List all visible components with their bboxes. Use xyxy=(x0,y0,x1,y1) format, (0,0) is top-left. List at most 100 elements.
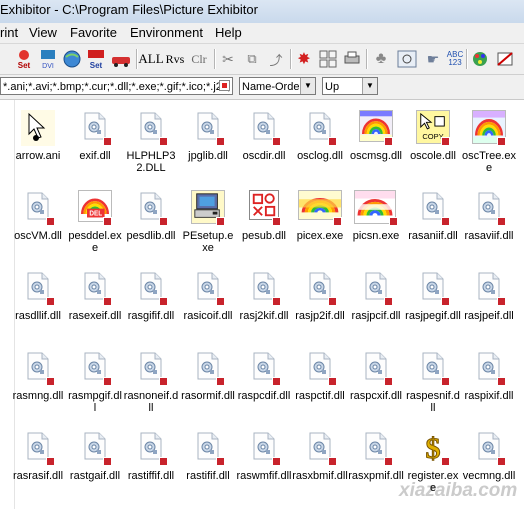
file-item[interactable]: vecmng.dll xyxy=(461,430,517,482)
menu-help[interactable]: Help xyxy=(215,25,242,40)
pattern-clear-icon[interactable] xyxy=(219,80,230,91)
dll-icon xyxy=(21,270,55,306)
file-item[interactable]: oscTree.exe xyxy=(461,110,517,174)
tools-button[interactable]: ♣ xyxy=(370,48,392,70)
file-item[interactable]: rasaviif.dll xyxy=(461,190,517,242)
globe-button[interactable] xyxy=(62,48,82,70)
cut-tool-button[interactable] xyxy=(494,48,516,70)
abc-button[interactable]: ABC 123 xyxy=(446,48,464,70)
file-status-badge xyxy=(103,217,112,226)
file-item[interactable]: rasjpegif.dll xyxy=(405,270,461,322)
file-item[interactable]: rasicoif.dll xyxy=(180,270,236,322)
file-status-badge xyxy=(497,137,506,146)
file-item[interactable]: oscVM.dll xyxy=(10,190,66,242)
file-item[interactable]: rasj2kif.dll xyxy=(236,270,292,322)
reverse-button[interactable]: Rvs xyxy=(164,48,186,70)
palette-button[interactable] xyxy=(470,48,490,70)
file-item[interactable]: rasxpmif.dll xyxy=(348,430,404,482)
file-item[interactable]: pesub.dll xyxy=(236,190,292,242)
file-item[interactable]: rasxbmif.dll xyxy=(292,430,348,482)
file-item[interactable]: raspesnif.dll xyxy=(405,350,461,414)
file-status-badge xyxy=(333,217,342,226)
file-grid: xiazaiba.com arrow.ani exif.dll HLPHLP32.D… xyxy=(0,100,524,509)
menu-environment[interactable]: Environment xyxy=(130,25,203,40)
dll-file-icon xyxy=(27,272,49,300)
all-button[interactable]: ALL xyxy=(138,48,163,70)
car-button[interactable] xyxy=(110,48,132,70)
file-item[interactable]: osclog.dll xyxy=(292,110,348,162)
file-name-label: rasmpgif.dll xyxy=(68,390,122,414)
file-item[interactable]: DEL pesddel.exe xyxy=(67,190,123,254)
file-name-label: raspctif.dll xyxy=(295,390,345,402)
file-item[interactable]: rasexeif.dll xyxy=(67,270,123,322)
set-red-icon: Set xyxy=(88,50,104,70)
file-item[interactable]: raspcxif.dll xyxy=(348,350,404,402)
menu-view[interactable]: View xyxy=(29,25,57,40)
dll-file-icon xyxy=(84,352,106,380)
file-pattern-input[interactable]: *.ani;*.avi;*.bmp;*.cur;*.dll;*.exe;*.gi… xyxy=(0,77,233,95)
car-icon xyxy=(112,57,130,67)
file-item[interactable]: raswmfif.dll xyxy=(236,430,292,482)
menu-favorite[interactable]: Favorite xyxy=(70,25,117,40)
dll-file-icon xyxy=(478,272,500,300)
file-item[interactable]: rasjpcif.dll xyxy=(348,270,404,322)
set-red-button[interactable]: Set xyxy=(86,48,106,70)
grid-view-button[interactable] xyxy=(318,48,338,70)
paste-button[interactable]: ⤴ xyxy=(266,48,286,70)
file-item[interactable]: rasjp2if.dll xyxy=(292,270,348,322)
dll-icon xyxy=(191,350,225,386)
file-item[interactable]: picsn.exe xyxy=(348,190,404,242)
file-name-label: picex.exe xyxy=(296,230,344,242)
file-name-label: vecmng.dll xyxy=(462,470,516,482)
dll-icon xyxy=(78,110,112,146)
clear-button[interactable]: Clr xyxy=(188,48,210,70)
menu-print[interactable]: rint xyxy=(0,25,18,40)
sort-order-select[interactable]: Name-Order ▼ xyxy=(239,77,316,95)
copy-cursor-icon: COPY xyxy=(416,110,450,146)
svg-text:DVI: DVI xyxy=(42,63,54,70)
file-item[interactable]: rastgaif.dll xyxy=(67,430,123,482)
file-item[interactable]: rastifif.dll xyxy=(180,430,236,482)
hand-button[interactable]: ☛ xyxy=(422,48,444,70)
file-item[interactable]: rasmpgif.dll xyxy=(67,350,123,414)
file-item[interactable]: rasaniif.dll xyxy=(405,190,461,242)
dll-icon xyxy=(134,190,168,226)
file-item[interactable]: oscmsg.dll xyxy=(348,110,404,162)
sort-direction-select[interactable]: Up ▼ xyxy=(322,77,378,95)
file-item[interactable]: COPY oscole.dll xyxy=(405,110,461,162)
file-item[interactable]: rasjpeif.dll xyxy=(461,270,517,322)
file-item[interactable]: HLPHLP32.DLL xyxy=(123,110,179,174)
file-item[interactable]: rasdllif.dll xyxy=(10,270,66,322)
rainbow-del-icon: DEL xyxy=(78,190,112,226)
burst-button[interactable]: ✸ xyxy=(294,48,314,70)
file-item[interactable]: oscdir.dll xyxy=(236,110,292,162)
file-item[interactable]: rasmng.dll xyxy=(10,350,66,402)
file-item[interactable]: rasnoneif.dll xyxy=(123,350,179,414)
file-item[interactable]: rastiffif.dll xyxy=(123,430,179,482)
file-item[interactable]: pesdlib.dll xyxy=(123,190,179,242)
set-button[interactable]: Set xyxy=(14,48,34,70)
file-item[interactable]: raspctif.dll xyxy=(292,350,348,402)
file-item[interactable]: exif.dll xyxy=(67,110,123,162)
file-name-label: PEsetup.exe xyxy=(182,230,234,254)
file-name-label: rastifif.dll xyxy=(186,470,230,482)
file-item[interactable]: jpglib.dll xyxy=(180,110,236,162)
file-status-badge xyxy=(384,137,393,146)
cut-button[interactable]: ✂ xyxy=(218,48,238,70)
file-item[interactable]: arrow.ani xyxy=(10,110,66,162)
copy-button[interactable]: ⧉ xyxy=(242,48,262,70)
file-name-label: rasjp2if.dll xyxy=(295,310,345,322)
dvi-button[interactable]: DVI xyxy=(38,48,58,70)
file-item[interactable]: raspixif.dll xyxy=(461,350,517,402)
zoom-button[interactable] xyxy=(396,48,418,70)
file-item[interactable]: rasrasif.dll xyxy=(10,430,66,482)
file-item[interactable]: raspcdif.dll xyxy=(236,350,292,402)
file-item[interactable]: picex.exe xyxy=(292,190,348,242)
dll-file-icon xyxy=(309,272,331,300)
file-item[interactable]: rasgifif.dll xyxy=(123,270,179,322)
file-item[interactable]: $ register.exe xyxy=(405,430,461,494)
print-button[interactable] xyxy=(342,48,362,70)
file-item[interactable]: PEsetup.exe xyxy=(180,190,236,254)
file-name-label: oscole.dll xyxy=(410,150,456,162)
file-item[interactable]: rasormif.dll xyxy=(180,350,236,402)
